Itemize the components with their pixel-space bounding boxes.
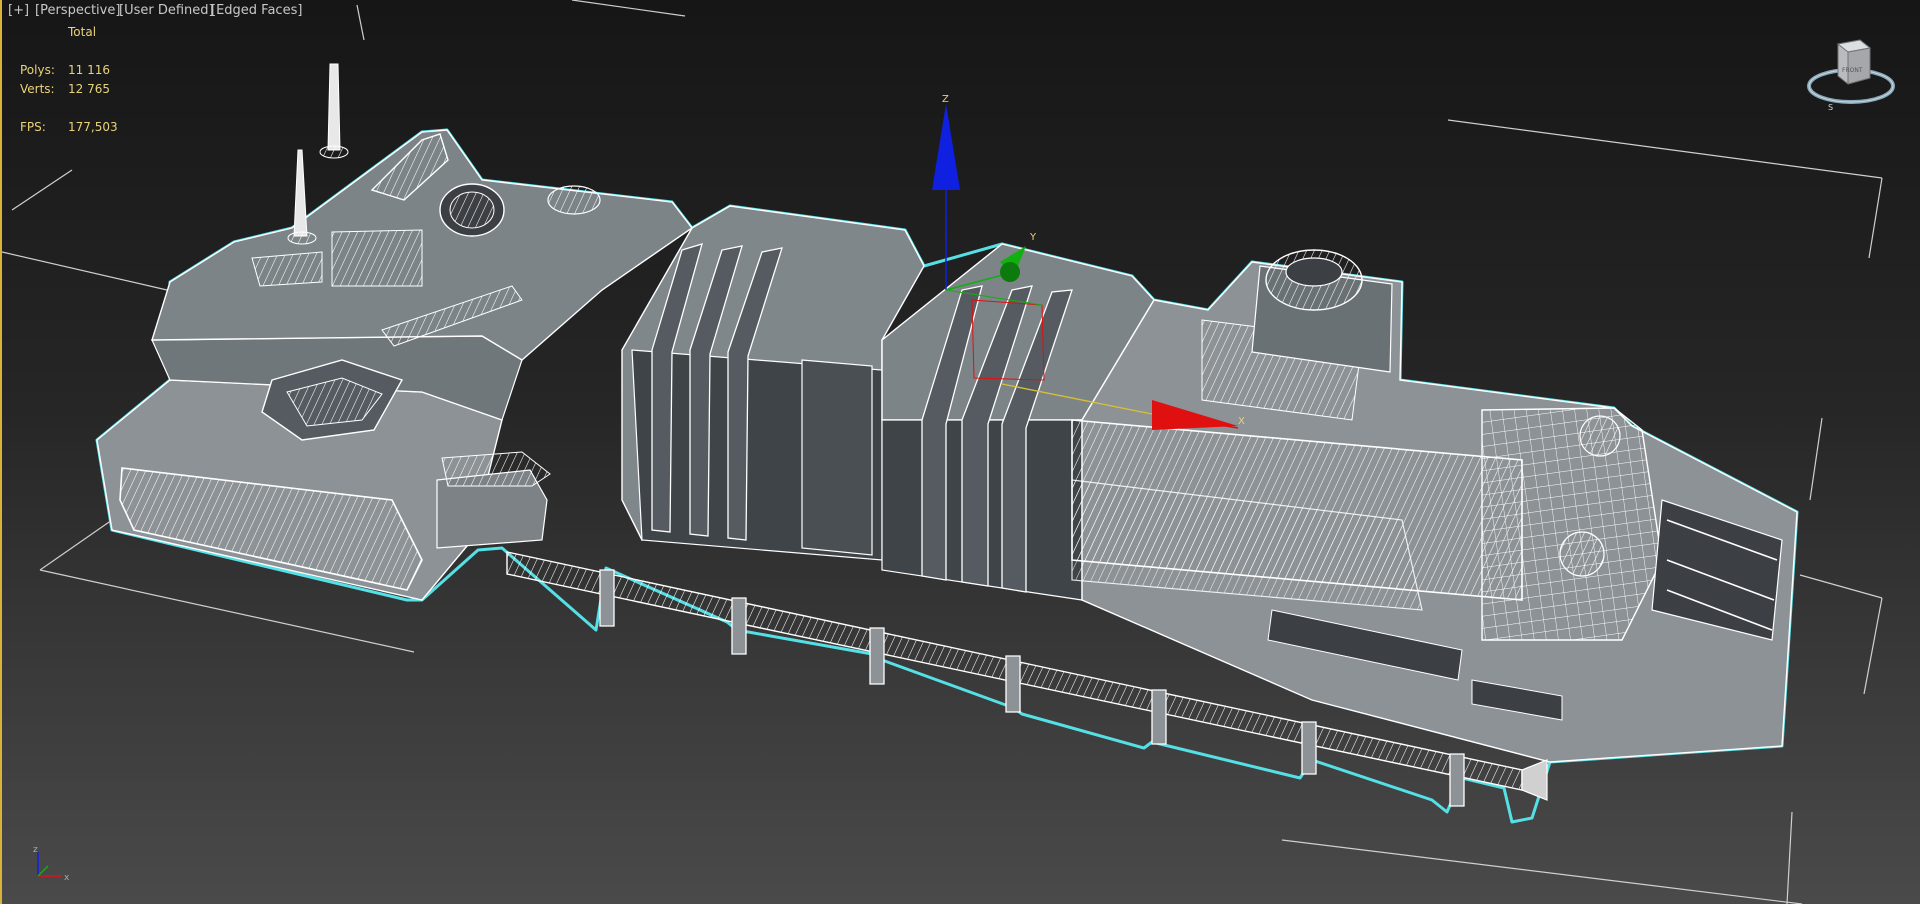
stats-total-header: Total	[68, 25, 97, 39]
viewport-menu-plus[interactable]: [+]	[8, 3, 29, 18]
gizmo-x-label: X	[1238, 416, 1245, 427]
stats-fps-label: FPS:	[20, 120, 46, 134]
viewport-point-of-view[interactable]: [Perspective]	[35, 3, 120, 18]
gizmo-z-label: Z	[942, 94, 949, 105]
gizmo-y-label: Y	[1029, 232, 1037, 243]
stats-verts-value: 12 765	[68, 82, 110, 96]
central-block	[621, 205, 925, 561]
world-axis-tripod-icon: z x	[33, 845, 70, 883]
stats-fps-value: 177,503	[68, 120, 118, 134]
stats-polys-label: Polys:	[20, 63, 55, 77]
tripod-z-label: z	[33, 845, 38, 855]
perspective-viewport[interactable]: X Y Z [+] [Perspective] [User Defined] […	[0, 0, 1920, 904]
rear-deck	[151, 63, 694, 361]
front-engine-block	[96, 335, 551, 601]
scene-canvas[interactable]: X Y Z	[2, 0, 1920, 904]
stats-verts-label: Verts:	[20, 82, 55, 96]
viewcube-icon[interactable]: FRONT S	[1804, 34, 1898, 114]
viewcube-face-label: FRONT	[1842, 67, 1863, 74]
viewcube-compass-label: S	[1828, 103, 1833, 112]
viewport-edged-faces-toggle[interactable]: [Edged Faces]	[211, 3, 302, 18]
stats-polys-value: 11 116	[68, 63, 110, 77]
viewport-shading-mode[interactable]: [User Defined]	[119, 3, 214, 18]
tripod-x-label: x	[64, 873, 70, 883]
forward-hull	[1071, 249, 1798, 763]
